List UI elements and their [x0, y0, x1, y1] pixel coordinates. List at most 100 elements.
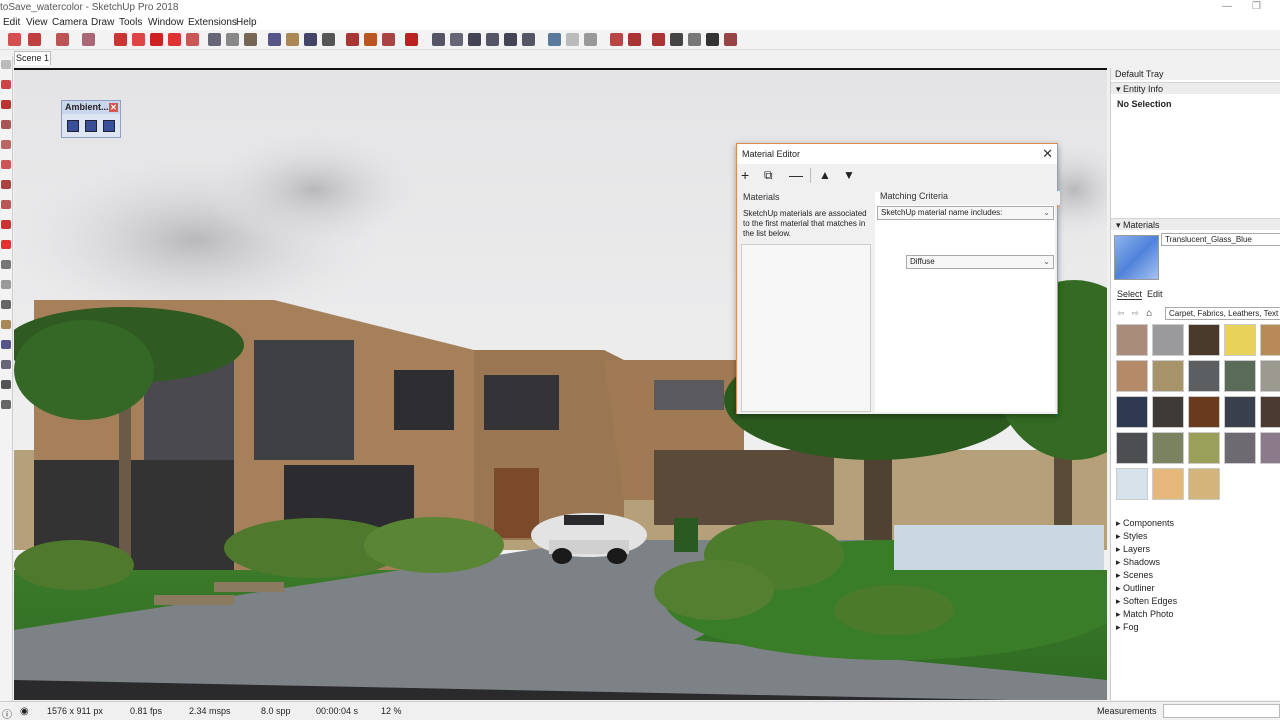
ambient-toolbar-header[interactable]: Ambient... ✕ — [62, 101, 120, 114]
material-swatch[interactable] — [1188, 360, 1220, 392]
tab-edit[interactable]: Edit — [1147, 289, 1163, 299]
tape-measure-icon[interactable] — [208, 33, 221, 46]
measurements-input[interactable] — [1163, 704, 1280, 718]
back-icon[interactable]: ⇦ — [1117, 308, 1125, 318]
move-up-icon[interactable]: ▲ — [819, 168, 831, 182]
material-swatch[interactable] — [1116, 324, 1148, 356]
menu-view[interactable]: View — [26, 17, 48, 28]
tape-tool-icon[interactable] — [1, 260, 11, 269]
shape-icon[interactable] — [82, 33, 95, 46]
polygon-tool-icon[interactable] — [1, 180, 11, 189]
front-view-icon[interactable] — [468, 33, 481, 46]
paint-tool-icon[interactable] — [1, 320, 11, 329]
home-icon[interactable]: ⌂ — [1146, 308, 1152, 319]
pan-icon[interactable] — [286, 33, 299, 46]
material-swatch[interactable] — [1224, 324, 1256, 356]
push-pull-tool-icon[interactable] — [1, 200, 11, 209]
zoom-extents-icon[interactable] — [322, 33, 335, 46]
hidden-line-icon[interactable] — [584, 33, 597, 46]
forward-icon[interactable]: ⇨ — [1132, 308, 1140, 318]
material-preview-swatch[interactable] — [1114, 235, 1159, 280]
tab-select[interactable]: Select — [1117, 289, 1143, 300]
zoom-tool-icon[interactable] — [1, 360, 11, 369]
zoom-icon[interactable] — [304, 33, 317, 46]
ambient-render-icon[interactable] — [67, 120, 79, 132]
material-swatch[interactable] — [1260, 432, 1280, 464]
material-swatch[interactable] — [1260, 324, 1280, 356]
wireframe-icon[interactable] — [566, 33, 579, 46]
material-swatch[interactable] — [1260, 360, 1280, 392]
menu-extensions[interactable]: Extensions — [188, 17, 237, 28]
material-swatch[interactable] — [1224, 432, 1256, 464]
menu-draw[interactable]: Draw — [91, 17, 114, 28]
collection-dropdown[interactable]: Carpet, Fabrics, Leathers, Text — [1165, 307, 1280, 320]
type-dropdown[interactable]: Diffuse ⌄ — [906, 255, 1054, 269]
left-view-icon[interactable] — [522, 33, 535, 46]
orbit-icon[interactable] — [268, 33, 281, 46]
material-swatch[interactable] — [1188, 396, 1220, 428]
material-swatch[interactable] — [1188, 324, 1220, 356]
axes-tool-icon[interactable] — [1, 300, 11, 309]
textured-icon[interactable] — [628, 33, 641, 46]
ambient-export-icon[interactable] — [103, 120, 115, 132]
materials-list[interactable] — [741, 244, 871, 412]
entity-info-header[interactable]: ▾ Entity Info — [1111, 82, 1280, 94]
material-swatch[interactable] — [1224, 360, 1256, 392]
text-tool-icon[interactable] — [226, 33, 239, 46]
circle-tool-icon[interactable] — [1, 160, 11, 169]
close-icon[interactable]: ✕ — [109, 103, 118, 112]
remove-icon[interactable]: — — [789, 168, 803, 182]
move-down-icon[interactable]: ▼ — [843, 168, 855, 182]
line-tool-icon[interactable] — [1, 100, 11, 109]
criteria-dropdown[interactable]: SketchUp material name includes: ⌄ — [877, 206, 1054, 220]
render-window-icon[interactable] — [706, 33, 719, 46]
paint-bucket-icon[interactable] — [244, 33, 257, 46]
render-options-icon[interactable] — [688, 33, 701, 46]
user-icon[interactable]: ◉ — [20, 706, 29, 717]
eraser-icon[interactable] — [8, 33, 21, 46]
panel-fog[interactable]: ▸ Fog — [1111, 621, 1280, 633]
arc-tool-icon[interactable] — [1, 120, 11, 129]
rotate-icon[interactable] — [150, 33, 163, 46]
render-start-icon[interactable] — [652, 33, 665, 46]
add-icon[interactable]: + — [741, 168, 749, 182]
menu-help[interactable]: Help — [236, 17, 257, 28]
material-swatch[interactable] — [1116, 432, 1148, 464]
ambient-settings-icon[interactable] — [85, 120, 97, 132]
ambient-toolbar[interactable]: Ambient... ✕ — [61, 100, 121, 138]
top-view-icon[interactable] — [450, 33, 463, 46]
material-name-field[interactable]: Translucent_Glass_Blue — [1161, 233, 1280, 246]
dimension-tool-icon[interactable] — [1, 280, 11, 289]
menu-window[interactable]: Window — [148, 17, 184, 28]
xray-icon[interactable] — [548, 33, 561, 46]
panel-scenes[interactable]: ▸ Scenes — [1111, 569, 1280, 581]
material-swatch[interactable] — [1116, 468, 1148, 500]
share-model-icon[interactable] — [364, 33, 377, 46]
walk-tool-icon[interactable] — [1, 380, 11, 389]
close-icon[interactable]: ✕ — [1042, 146, 1053, 162]
warehouse-icon[interactable] — [346, 33, 359, 46]
menu-tools[interactable]: Tools — [119, 17, 142, 28]
material-swatch[interactable] — [1188, 468, 1220, 500]
panel-outliner[interactable]: ▸ Outliner — [1111, 582, 1280, 594]
material-swatch[interactable] — [1152, 324, 1184, 356]
material-swatch[interactable] — [1152, 360, 1184, 392]
extension-warehouse-icon[interactable] — [382, 33, 395, 46]
duplicate-icon[interactable]: ⧉ — [764, 168, 773, 182]
material-swatch[interactable] — [1116, 396, 1148, 428]
ruby-icon[interactable] — [405, 33, 418, 46]
panel-components[interactable]: ▸ Components — [1111, 517, 1280, 529]
material-swatch[interactable] — [1224, 396, 1256, 428]
pencil-icon[interactable] — [28, 33, 41, 46]
menu-camera[interactable]: Camera — [52, 17, 88, 28]
panel-shadows[interactable]: ▸ Shadows — [1111, 556, 1280, 568]
orbit-tool-icon[interactable] — [1, 340, 11, 349]
position-camera-icon[interactable] — [1, 400, 11, 409]
material-swatch[interactable] — [1152, 432, 1184, 464]
panel-soften-edges[interactable]: ▸ Soften Edges — [1111, 595, 1280, 607]
panel-styles[interactable]: ▸ Styles — [1111, 530, 1280, 542]
shaded-icon[interactable] — [610, 33, 623, 46]
restore-icon[interactable]: ❐ — [1252, 1, 1261, 12]
eraser-tool-icon[interactable] — [1, 80, 11, 89]
menu-edit[interactable]: Edit — [3, 17, 20, 28]
